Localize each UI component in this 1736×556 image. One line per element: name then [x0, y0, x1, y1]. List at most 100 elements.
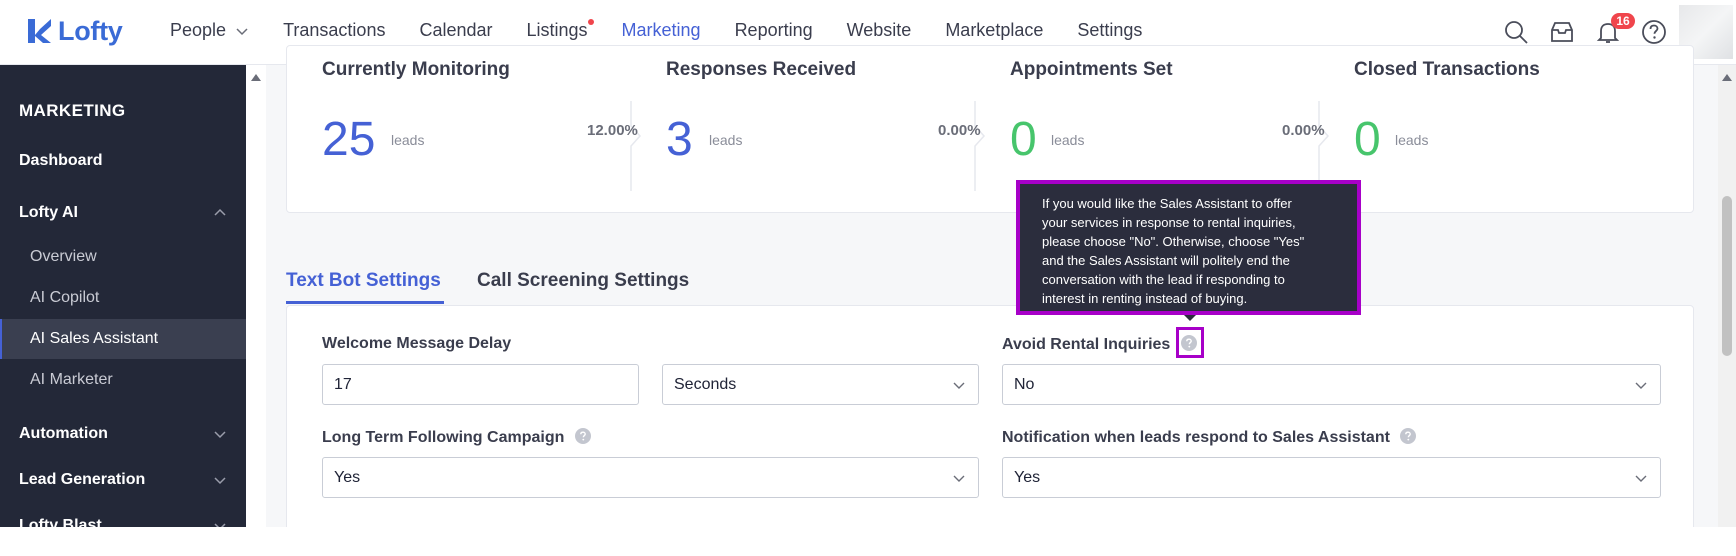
nav-website-label: Website — [846, 20, 912, 40]
nav-settings-label: Settings — [1077, 20, 1143, 40]
sidebar-item-label: AI Sales Assistant — [30, 330, 159, 347]
avoid-rental-label: Avoid Rental Inquiries — [1002, 335, 1197, 354]
welcome-delay-input[interactable]: 17 — [322, 364, 639, 405]
long-term-campaign-label: Long Term Following Campaign — [322, 428, 591, 447]
question-help-icon[interactable] — [1400, 428, 1417, 444]
sidebar-item-label: Overview — [30, 248, 97, 265]
stat-currently-monitoring: Currently Monitoring 25 leads — [287, 46, 630, 214]
chevron-up-icon — [214, 208, 226, 216]
listings-notification-dot — [587, 19, 594, 25]
stat-value: 0 — [1354, 113, 1381, 166]
scroll-up-arrow-icon[interactable] — [1722, 74, 1732, 81]
sidebar-item-label: Lead Generation — [19, 471, 146, 488]
stat-unit: leads — [709, 132, 743, 148]
sidebar-item-label: AI Marketer — [30, 371, 113, 388]
scrollbar-thumb[interactable] — [1722, 196, 1732, 356]
bottom-edge — [0, 527, 1736, 556]
tooltip-arrow — [1184, 315, 1196, 321]
sidebar-item-overview[interactable]: Overview — [0, 237, 246, 277]
sidebar-item-lofty-blast[interactable]: Lofty Blast — [0, 506, 246, 527]
lofty-logo[interactable]: Lofty — [24, 14, 123, 48]
tooltip-line: please choose "No". Otherwise, choose "Y… — [1042, 234, 1305, 249]
welcome-delay-label: Welcome Message Delay — [322, 335, 512, 352]
notification-badge: 16 — [1611, 13, 1635, 29]
stat-label: Responses Received — [666, 59, 857, 80]
sidebar-item-ai-copilot[interactable]: AI Copilot — [0, 278, 246, 318]
stats-card: Currently Monitoring 25 leads 12.00% Res… — [286, 45, 1694, 213]
nav-listings-label: Listings — [526, 20, 588, 40]
notification-select[interactable]: Yes — [1002, 457, 1661, 498]
sidebar-item-ai-sales-assistant[interactable]: AI Sales Assistant — [0, 319, 246, 359]
sidebar-item-label: Lofty AI — [19, 204, 78, 221]
lofty-logo-icon — [28, 19, 51, 43]
chevron-down-icon — [953, 475, 965, 482]
long-term-campaign-value: Yes — [334, 468, 361, 486]
sidebar-item-dashboard[interactable]: Dashboard — [0, 141, 246, 181]
avoid-rental-tooltip: If you would like the Sales Assistant to… — [1016, 180, 1361, 315]
nav-people-label: People — [170, 20, 227, 40]
stat-label: Currently Monitoring — [322, 59, 510, 80]
welcome-delay-unit-select[interactable]: Seconds — [662, 364, 979, 405]
chevron-down-icon — [214, 431, 226, 439]
stat-label: Closed Transactions — [1354, 59, 1540, 80]
sidebar-item-label: Automation — [19, 425, 108, 442]
notification-label-text: Notification when leads respond to Sales… — [1002, 429, 1390, 446]
tab-text-bot-settings[interactable]: Text Bot Settings — [286, 270, 441, 292]
logo-text: Lofty — [58, 15, 123, 46]
tooltip-line: conversation with the lead if responding… — [1042, 272, 1285, 287]
nav-marketing-label: Marketing — [621, 20, 701, 40]
inbox-icon[interactable] — [1548, 18, 1576, 46]
nav-reporting-label: Reporting — [734, 20, 813, 40]
help-icon[interactable] — [1640, 18, 1668, 46]
stat-closed-transactions: Closed Transactions 0 leads — [1319, 46, 1662, 214]
tab-call-screening-settings[interactable]: Call Screening Settings — [477, 270, 689, 292]
sidebar-item-label: Lofty Blast — [19, 517, 102, 527]
stat-value: 0 — [1010, 113, 1037, 166]
stat-responses-received: Responses Received 3 leads — [631, 46, 974, 214]
notification-label: Notification when leads respond to Sales… — [1002, 428, 1417, 447]
avoid-rental-label-text: Avoid Rental Inquiries — [1002, 336, 1171, 353]
help-icon-highlight — [1176, 327, 1204, 358]
stat-unit: leads — [1051, 132, 1085, 148]
sidebar-item-automation[interactable]: Automation — [0, 414, 246, 454]
sidebar: MARKETING Dashboard Lofty AI Overview AI… — [0, 65, 246, 527]
tooltip-line: interest in renting instead of buying. — [1042, 291, 1248, 306]
chevron-down-icon — [953, 382, 965, 389]
long-term-campaign-select[interactable]: Yes — [322, 457, 979, 498]
sidebar-item-lofty-ai[interactable]: Lofty AI — [0, 193, 246, 233]
stat-value: 25 — [322, 113, 376, 166]
search-icon[interactable] — [1502, 18, 1530, 46]
stat-label: Appointments Set — [1010, 59, 1173, 80]
long-term-campaign-label-text: Long Term Following Campaign — [322, 429, 565, 446]
sidebar-title: MARKETING — [19, 101, 126, 120]
active-tab-indicator — [286, 301, 444, 304]
chevron-down-icon — [1635, 475, 1647, 482]
nav-marketplace-label: Marketplace — [945, 20, 1044, 40]
welcome-delay-unit-value: Seconds — [674, 375, 737, 393]
scroll-up-arrow-icon[interactable] — [251, 74, 261, 81]
stat-value: 3 — [666, 113, 693, 166]
chevron-down-icon — [214, 477, 226, 485]
sidebar-item-label: Dashboard — [19, 152, 103, 169]
chevron-down-icon — [214, 523, 226, 527]
avoid-rental-select[interactable]: No — [1002, 364, 1661, 405]
nav-transactions-label: Transactions — [283, 20, 386, 40]
avoid-rental-value: No — [1014, 375, 1035, 393]
nav-people[interactable]: People — [170, 0, 249, 64]
stat-unit: leads — [391, 132, 425, 148]
chevron-down-icon — [1635, 382, 1647, 389]
tooltip-line: If you would like the Sales Assistant to… — [1042, 196, 1292, 211]
text-bot-settings-form: Welcome Message Delay 17 Seconds Avoid R… — [286, 305, 1694, 545]
main-scrollbar[interactable] — [1718, 65, 1736, 527]
welcome-delay-value: 17 — [334, 375, 352, 393]
sidebar-item-ai-marketer[interactable]: AI Marketer — [0, 360, 246, 400]
nav-calendar-label: Calendar — [419, 20, 493, 40]
sidebar-item-label: AI Copilot — [30, 289, 100, 306]
question-help-icon[interactable] — [574, 428, 591, 444]
notification-value: Yes — [1014, 468, 1041, 486]
stat-unit: leads — [1395, 132, 1429, 148]
tooltip-line: your services in response to rental inqu… — [1042, 215, 1296, 230]
tooltip-line: and the Sales Assistant will politely en… — [1042, 253, 1290, 268]
sidebar-scrollbar[interactable] — [246, 65, 266, 527]
sidebar-item-lead-generation[interactable]: Lead Generation — [0, 460, 246, 500]
